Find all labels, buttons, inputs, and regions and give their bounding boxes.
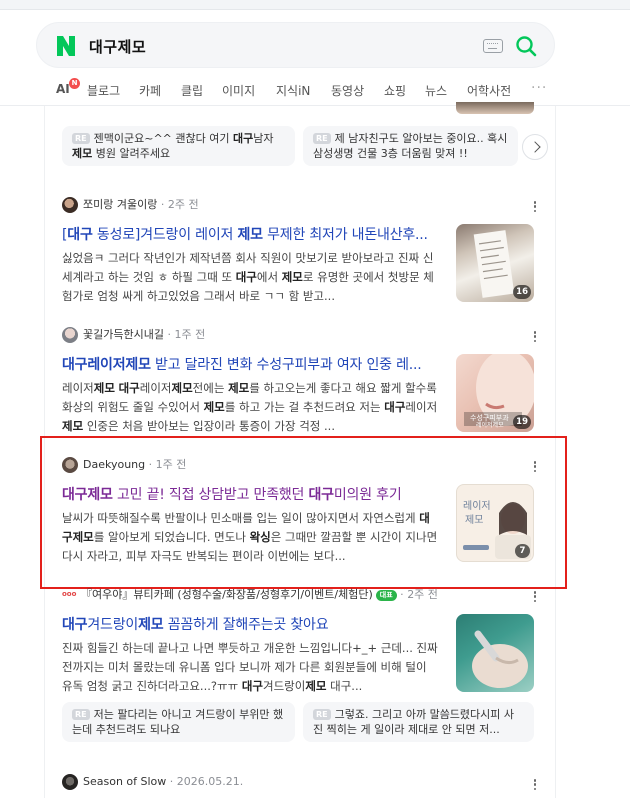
- reply-chip[interactable]: RE 젠맥이군요~^^ 괜찮다 여기 대구남자 제모 병원 알려주세요: [62, 126, 295, 166]
- previous-thumbnail-edge: [456, 102, 534, 114]
- tab-image[interactable]: 이미지: [222, 82, 255, 99]
- keyboard-icon[interactable]: [483, 39, 503, 53]
- reply-tag: RE: [313, 709, 331, 720]
- result-meta: 꽃길가득한시내길 · 1주 전: [62, 326, 205, 344]
- reply-tag: RE: [72, 133, 90, 144]
- cafe-logo-icon[interactable]: ooo: [62, 590, 78, 600]
- chip-highlight: 대구: [232, 132, 254, 145]
- result-meta: 쪼미랑 겨울이랑 · 2주 전: [62, 196, 199, 214]
- reply-chip[interactable]: RE 제 남자친구도 알아보는 중이요.. 혹시 삼성생명 건물 3층 더움림 맞…: [303, 126, 518, 166]
- avatar[interactable]: [62, 774, 78, 790]
- image-count-badge: 16: [513, 285, 531, 299]
- reply-chip[interactable]: RE 그렇죠. 그리고 아까 말씀드렸다시피 사진 찍히는 게 일이라 제대로 안…: [303, 702, 534, 742]
- svg-text:수성구피부과: 수성구피부과: [470, 413, 509, 422]
- result-thumbnail[interactable]: 수성구피부과 레이저제모 19: [456, 354, 534, 432]
- more-options-icon[interactable]: [533, 590, 537, 604]
- chevron-right-icon[interactable]: [522, 134, 548, 160]
- more-options-icon[interactable]: [533, 778, 537, 792]
- search-icon[interactable]: [515, 35, 537, 57]
- chip-text: 그렇죠. 그리고 아까 말씀드렸다시피 사진 찍히는 게 일이라 제대로 안 되…: [313, 708, 515, 736]
- reply-tag: RE: [72, 709, 90, 720]
- chip-text: 남자: [253, 132, 274, 145]
- result-meta: Season of Slow · 2026.05.21.: [62, 774, 243, 792]
- search-result: 꽃길가득한시내길 · 1주 전 대구레이저제모 받고 달라진 변화 수성구피부과…: [62, 326, 537, 438]
- result-title[interactable]: 대구레이저제모 받고 달라진 변화 수성구피부과 여자 인중 레...: [62, 354, 440, 374]
- result-thumbnail[interactable]: 16: [456, 224, 534, 302]
- post-time: 2026.05.21.: [176, 775, 244, 788]
- ai-new-badge: N: [69, 78, 80, 89]
- chip-text: 제 남자친구도 알아보는 중이요.. 혹시 삼성생명 건물 3층 더움림 맞져 …: [313, 132, 508, 160]
- search-tabs: AI 블로그 카페 클립 이미지 지식iN 동영상 쇼핑 뉴스 어학사전 ···: [0, 76, 630, 106]
- avatar[interactable]: [62, 197, 78, 213]
- result-title[interactable]: 대구겨드랑이제모 꼼꼼하게 잘해주는곳 찾아요: [62, 614, 440, 634]
- tab-kin[interactable]: 지식iN: [276, 82, 310, 99]
- tab-ai[interactable]: AI: [56, 82, 70, 96]
- search-input[interactable]: 대구제모: [89, 36, 146, 57]
- avatar[interactable]: [62, 327, 78, 343]
- reply-chip[interactable]: RE 저는 팔다리는 아니고 겨드랑이 부위만 했는데 추천드려도 되나요: [62, 702, 295, 742]
- tab-clip[interactable]: 클립: [181, 82, 203, 99]
- result-thumbnail[interactable]: [456, 614, 534, 692]
- author-name[interactable]: 『여우야』뷰티카페 (성형수술/화장품/성형후기/이벤트/체험단): [81, 588, 373, 601]
- more-tabs-icon[interactable]: ···: [531, 80, 547, 96]
- author-name[interactable]: 꽃길가득한시내길: [83, 328, 164, 341]
- highlight-annotation-box: [40, 436, 567, 589]
- tab-shopping[interactable]: 쇼핑: [384, 82, 406, 99]
- post-time: 1주 전: [174, 328, 206, 341]
- treatment-photo-image: [472, 630, 528, 688]
- reply-tag: RE: [313, 133, 331, 144]
- result-description: 진짜 힘들긴 하는데 끝나고 나면 뿌듯하고 개운한 느낌입니다+_+ 근데..…: [62, 641, 438, 693]
- result-meta: ooo 『여우야』뷰티카페 (성형수술/화장품/성형후기/이벤트/체험단) 대표 ·…: [62, 588, 438, 601]
- result-description: 싫었음ㅋ 그러다 작년인가 제작년쯤 회사 직원이 맛보기로 받아보라고 진짜 …: [62, 251, 434, 303]
- search-result: 쪼미랑 겨울이랑 · 2주 전 [대구 동성로]겨드랑이 레이저 제모 무제한 …: [62, 196, 537, 308]
- tab-dictionary[interactable]: 어학사전: [467, 82, 511, 99]
- browser-top-strip: [0, 0, 630, 10]
- chip-text: 저는 팔다리는 아니고 겨드랑이 부위만 했는데 추천드려도 되나요: [72, 708, 284, 736]
- image-count-badge: 19: [513, 415, 531, 429]
- result-title[interactable]: [대구 동성로]겨드랑이 레이저 제모 무제한 최저가 내돈내산후...: [62, 224, 440, 244]
- chip-text: 젠맥이군요~^^ 괜찮다 여기: [93, 132, 233, 145]
- naver-logo-icon[interactable]: [55, 34, 77, 58]
- post-time: 2주 전: [167, 198, 199, 211]
- author-name[interactable]: 쪼미랑 겨울이랑: [83, 198, 157, 211]
- search-bar[interactable]: 대구제모: [36, 22, 555, 68]
- post-time: 2주 전: [407, 588, 438, 601]
- search-result: ooo 『여우야』뷰티카페 (성형수술/화장품/성형후기/이벤트/체험단) 대표 ·…: [62, 586, 537, 706]
- chip-text: 병원 알려주세요: [92, 147, 171, 160]
- tab-blog[interactable]: 블로그: [87, 82, 120, 99]
- more-options-icon[interactable]: [533, 330, 537, 344]
- tab-news[interactable]: 뉴스: [425, 82, 447, 99]
- more-options-icon[interactable]: [533, 200, 537, 214]
- cafe-badge: 대표: [375, 590, 397, 601]
- tab-cafe[interactable]: 카페: [139, 82, 161, 99]
- svg-text:레이저제모: 레이저제모: [476, 421, 504, 429]
- chip-highlight: 제모: [72, 147, 93, 160]
- author-name[interactable]: Season of Slow: [83, 775, 166, 788]
- result-description: 레이저제모 대구레이저제모전에는 제모를 하고오는게 좋다고 해요 짧게 할수록…: [62, 381, 438, 433]
- tab-video[interactable]: 동영상: [331, 82, 364, 99]
- search-result: Season of Slow · 2026.05.21.: [62, 774, 537, 798]
